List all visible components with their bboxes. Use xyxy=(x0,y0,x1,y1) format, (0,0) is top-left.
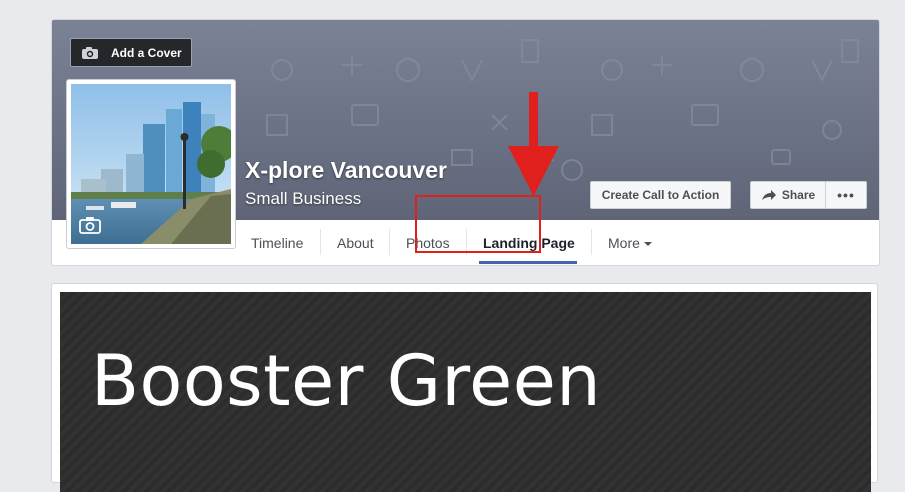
tab-divider xyxy=(389,229,390,255)
share-label: Share xyxy=(781,188,816,202)
tab-divider xyxy=(320,229,321,255)
tab-more[interactable]: More xyxy=(608,220,652,265)
share-button[interactable]: Share xyxy=(750,181,826,209)
banner-title: Booster Green xyxy=(91,340,602,422)
share-arrow-icon xyxy=(761,189,777,201)
profile-camera-icon[interactable] xyxy=(79,216,101,239)
page-name[interactable]: X-plore Vancouver xyxy=(245,157,447,184)
tab-about[interactable]: About xyxy=(337,220,374,265)
add-cover-button[interactable]: Add a Cover xyxy=(70,38,192,67)
landing-page-highlight-box xyxy=(415,195,541,253)
page-category[interactable]: Small Business xyxy=(245,189,361,209)
camera-icon xyxy=(81,46,99,60)
landing-page-content: Booster Green xyxy=(51,283,878,492)
landing-banner: Booster Green xyxy=(60,292,871,492)
caret-down-icon xyxy=(643,242,652,247)
red-arrow-annotation xyxy=(508,92,559,196)
more-options-button[interactable]: ••• xyxy=(825,181,867,209)
profile-picture[interactable] xyxy=(66,79,236,249)
tab-more-label: More xyxy=(608,235,640,251)
tab-timeline[interactable]: Timeline xyxy=(251,220,303,265)
create-call-to-action-button[interactable]: Create Call to Action xyxy=(590,181,731,209)
active-tab-indicator xyxy=(479,261,577,264)
add-cover-label: Add a Cover xyxy=(111,45,182,60)
tab-divider xyxy=(591,229,592,255)
